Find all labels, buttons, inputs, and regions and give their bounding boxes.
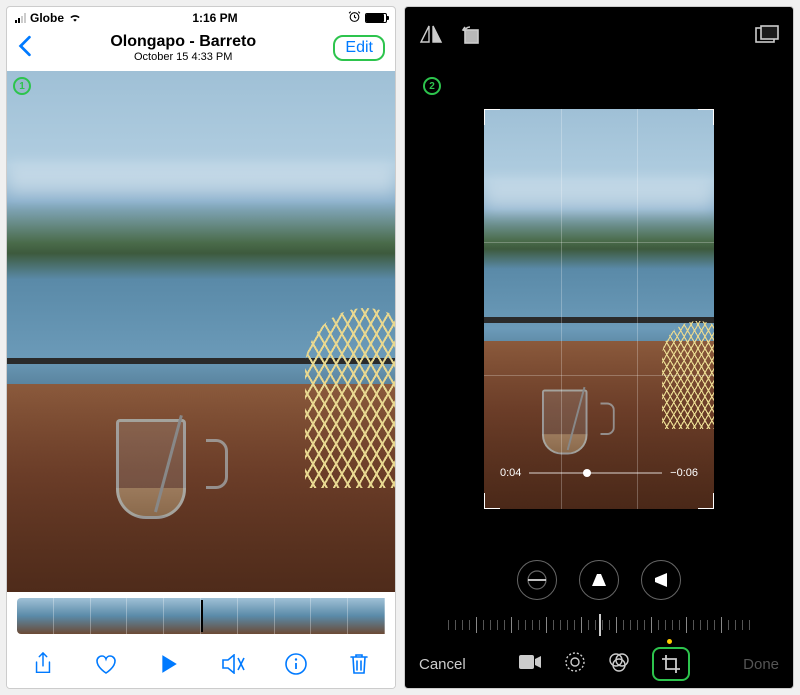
annotation-badge-1: 1 — [13, 77, 31, 95]
aspect-ratio-icon[interactable] — [755, 25, 779, 50]
edit-button[interactable]: Edit — [333, 35, 385, 61]
play-icon[interactable] — [157, 652, 181, 676]
battery-icon — [365, 13, 387, 23]
status-bar: Globe 1:16 PM — [7, 7, 395, 29]
straighten-tools — [405, 550, 793, 610]
mute-icon[interactable] — [221, 652, 245, 676]
horizontal-perspective-icon[interactable] — [641, 560, 681, 600]
crop-tool-active[interactable] — [652, 647, 690, 681]
scrubber-handle[interactable] — [583, 469, 591, 477]
elapsed-time: 0:04 — [500, 467, 521, 479]
crop-handle-tr[interactable] — [698, 109, 714, 125]
status-left: Globe — [15, 11, 82, 25]
done-button[interactable]: Done — [743, 656, 779, 673]
alarm-icon — [348, 10, 361, 26]
rotation-ruler[interactable] — [405, 610, 793, 640]
editor-bottom-toolbar: Cancel Done — [405, 640, 793, 688]
vertical-perspective-icon[interactable] — [579, 560, 619, 600]
carrier-label: Globe — [30, 11, 64, 25]
straighten-icon[interactable] — [517, 560, 557, 600]
datetime-subtitle: October 15 4:33 PM — [33, 51, 333, 63]
rotate-icon[interactable] — [461, 24, 483, 51]
nav-header: Olongapo - Barreto October 15 4:33 PM Ed… — [7, 29, 395, 71]
adjust-icon[interactable] — [564, 651, 586, 678]
crop-handle-tl[interactable] — [484, 109, 500, 125]
annotation-badge-2: 2 — [423, 77, 441, 95]
video-timeline[interactable] — [7, 592, 395, 640]
info-icon[interactable] — [284, 652, 308, 676]
flip-icon[interactable] — [419, 24, 443, 51]
crop-frame[interactable]: 0:04 −0:06 — [484, 109, 714, 509]
crop-handle-br[interactable] — [698, 493, 714, 509]
video-scrubber[interactable]: 0:04 −0:06 — [500, 467, 698, 479]
remaining-time: −0:06 — [670, 467, 698, 479]
active-indicator-dot — [667, 639, 672, 644]
crop-handle-bl[interactable] — [484, 493, 500, 509]
cancel-button[interactable]: Cancel — [419, 656, 466, 673]
heart-icon[interactable] — [94, 652, 118, 676]
photo-toolbar — [7, 640, 395, 688]
wifi-icon — [68, 11, 82, 25]
ruler-center-mark — [599, 614, 601, 636]
location-title: Olongapo - Barreto — [33, 33, 333, 51]
filters-icon[interactable] — [608, 651, 630, 678]
nav-title: Olongapo - Barreto October 15 4:33 PM — [33, 33, 333, 63]
playhead[interactable] — [201, 600, 203, 632]
status-right — [348, 10, 387, 26]
trash-icon[interactable] — [347, 652, 371, 676]
photo-editor-screen: 2 — [404, 6, 794, 689]
share-icon[interactable] — [31, 652, 55, 676]
photos-viewer-screen: Globe 1:16 PM Olongapo - Barreto October… — [6, 6, 396, 689]
status-time: 1:16 PM — [192, 11, 237, 25]
video-mode-icon[interactable] — [518, 654, 542, 675]
editor-top-tools — [405, 7, 793, 67]
photo-preview[interactable]: 1 — [7, 71, 395, 592]
crop-canvas[interactable]: 0:04 −0:06 — [405, 67, 793, 550]
signal-icon — [15, 13, 26, 23]
back-button[interactable] — [17, 35, 33, 62]
